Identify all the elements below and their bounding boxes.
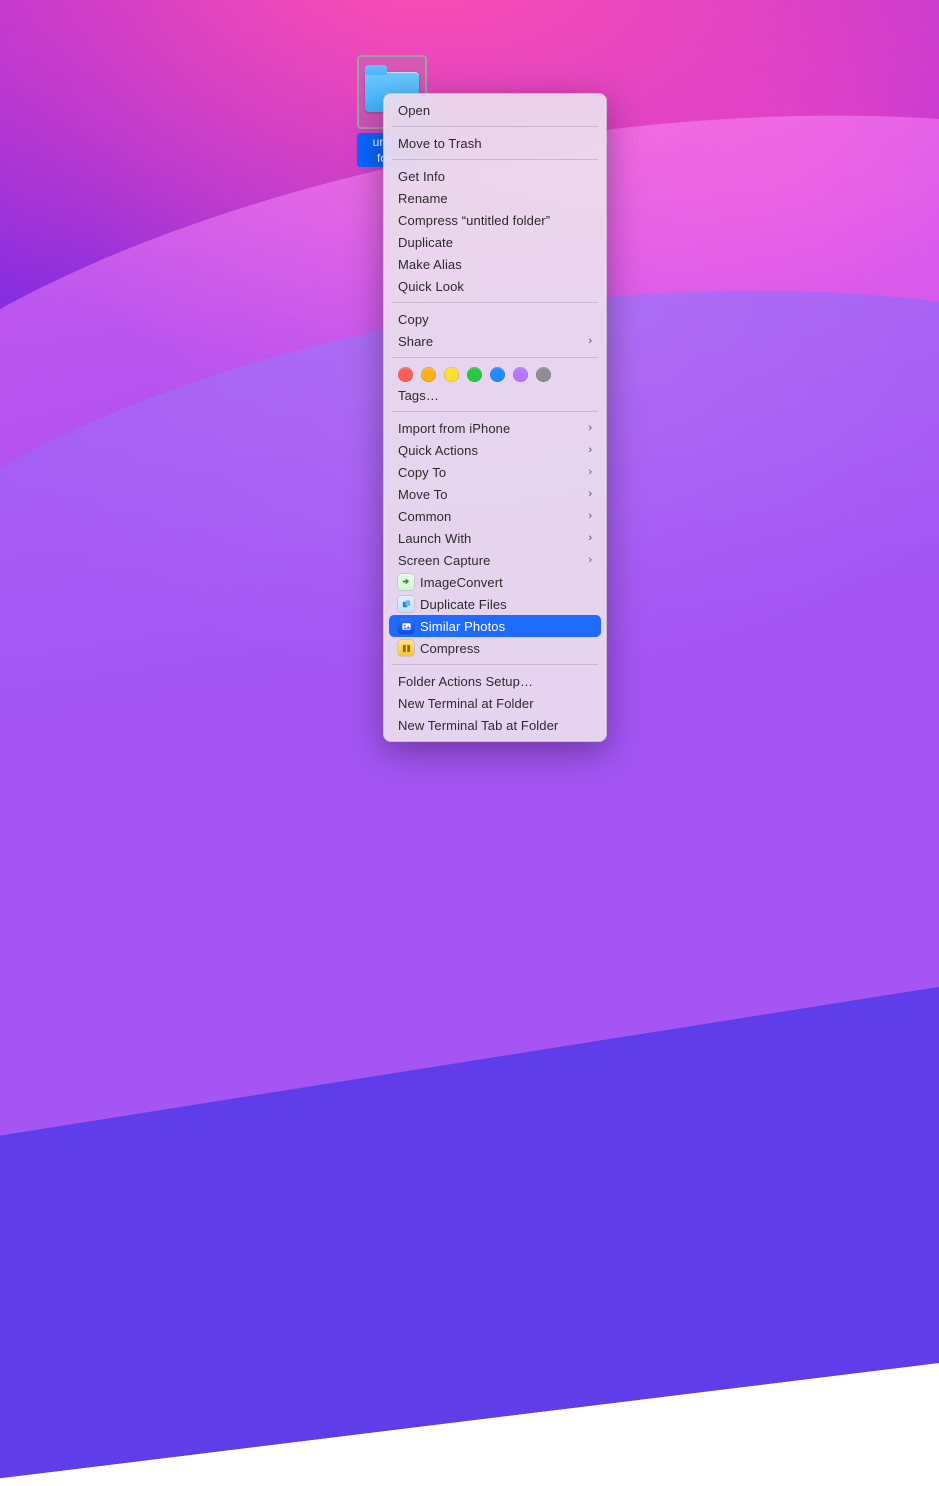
menu-separator <box>392 411 598 412</box>
similar-photos-icon <box>398 618 414 634</box>
menu-folder-actions-setup-label: Folder Actions Setup… <box>398 674 592 689</box>
tag-red[interactable] <box>398 367 413 382</box>
menu-common[interactable]: Common › <box>384 505 606 527</box>
tag-gray[interactable] <box>536 367 551 382</box>
menu-separator <box>392 664 598 665</box>
menu-quick-look[interactable]: Quick Look <box>384 275 606 297</box>
chevron-right-icon: › <box>588 532 592 544</box>
menu-make-alias-label: Make Alias <box>398 257 592 272</box>
chevron-right-icon: › <box>588 554 592 566</box>
menu-rename-label: Rename <box>398 191 592 206</box>
menu-duplicate-files[interactable]: Duplicate Files <box>384 593 606 615</box>
chevron-right-icon: › <box>588 488 592 500</box>
menu-move-to[interactable]: Move To › <box>384 483 606 505</box>
menu-launch-with[interactable]: Launch With › <box>384 527 606 549</box>
menu-new-terminal-tab-at-folder[interactable]: New Terminal Tab at Folder <box>384 714 606 736</box>
menu-share[interactable]: Share › <box>384 330 606 352</box>
chevron-right-icon: › <box>588 422 592 434</box>
tag-purple[interactable] <box>513 367 528 382</box>
compress-icon <box>398 640 414 656</box>
menu-new-terminal-tab-at-folder-label: New Terminal Tab at Folder <box>398 718 592 733</box>
menu-duplicate[interactable]: Duplicate <box>384 231 606 253</box>
menu-separator <box>392 357 598 358</box>
chevron-right-icon: › <box>588 466 592 478</box>
tag-color-row <box>384 363 606 384</box>
chevron-right-icon: › <box>588 444 592 456</box>
menu-open-label: Open <box>398 103 592 118</box>
menu-move-to-trash-label: Move to Trash <box>398 136 592 151</box>
menu-image-convert[interactable]: ImageConvert <box>384 571 606 593</box>
chevron-right-icon: › <box>588 335 592 347</box>
menu-service-compress[interactable]: Compress <box>384 637 606 659</box>
menu-service-compress-label: Compress <box>420 641 592 656</box>
menu-separator <box>392 302 598 303</box>
menu-import-from-iphone-label: Import from iPhone <box>398 421 580 436</box>
menu-duplicate-files-label: Duplicate Files <box>420 597 592 612</box>
menu-quick-look-label: Quick Look <box>398 279 592 294</box>
menu-tags-label: Tags… <box>398 388 592 403</box>
context-menu: Open Move to Trash Get Info Rename Compr… <box>383 93 607 742</box>
menu-rename[interactable]: Rename <box>384 187 606 209</box>
tag-orange[interactable] <box>421 367 436 382</box>
menu-similar-photos-label: Similar Photos <box>420 619 592 634</box>
menu-screen-capture-label: Screen Capture <box>398 553 580 568</box>
menu-get-info[interactable]: Get Info <box>384 165 606 187</box>
menu-make-alias[interactable]: Make Alias <box>384 253 606 275</box>
menu-copy-to[interactable]: Copy To › <box>384 461 606 483</box>
menu-separator <box>392 159 598 160</box>
menu-share-label: Share <box>398 334 580 349</box>
image-convert-icon <box>398 574 414 590</box>
menu-duplicate-label: Duplicate <box>398 235 592 250</box>
menu-import-from-iphone[interactable]: Import from iPhone › <box>384 417 606 439</box>
tag-blue[interactable] <box>490 367 505 382</box>
menu-common-label: Common <box>398 509 580 524</box>
menu-quick-actions-label: Quick Actions <box>398 443 580 458</box>
menu-move-to-trash[interactable]: Move to Trash <box>384 132 606 154</box>
menu-folder-actions-setup[interactable]: Folder Actions Setup… <box>384 670 606 692</box>
menu-image-convert-label: ImageConvert <box>420 575 592 590</box>
menu-separator <box>392 126 598 127</box>
menu-get-info-label: Get Info <box>398 169 592 184</box>
menu-screen-capture[interactable]: Screen Capture › <box>384 549 606 571</box>
menu-tags[interactable]: Tags… <box>384 384 606 406</box>
duplicate-files-icon <box>398 596 414 612</box>
menu-move-to-label: Move To <box>398 487 580 502</box>
tag-yellow[interactable] <box>444 367 459 382</box>
menu-similar-photos[interactable]: Similar Photos <box>389 615 601 637</box>
menu-compress-folder-label: Compress “untitled folder” <box>398 213 592 228</box>
menu-new-terminal-at-folder-label: New Terminal at Folder <box>398 696 592 711</box>
menu-copy-to-label: Copy To <box>398 465 580 480</box>
menu-compress-folder[interactable]: Compress “untitled folder” <box>384 209 606 231</box>
menu-copy-label: Copy <box>398 312 592 327</box>
menu-launch-with-label: Launch With <box>398 531 580 546</box>
menu-open[interactable]: Open <box>384 99 606 121</box>
menu-quick-actions[interactable]: Quick Actions › <box>384 439 606 461</box>
menu-copy[interactable]: Copy <box>384 308 606 330</box>
menu-new-terminal-at-folder[interactable]: New Terminal at Folder <box>384 692 606 714</box>
chevron-right-icon: › <box>588 510 592 522</box>
tag-green[interactable] <box>467 367 482 382</box>
